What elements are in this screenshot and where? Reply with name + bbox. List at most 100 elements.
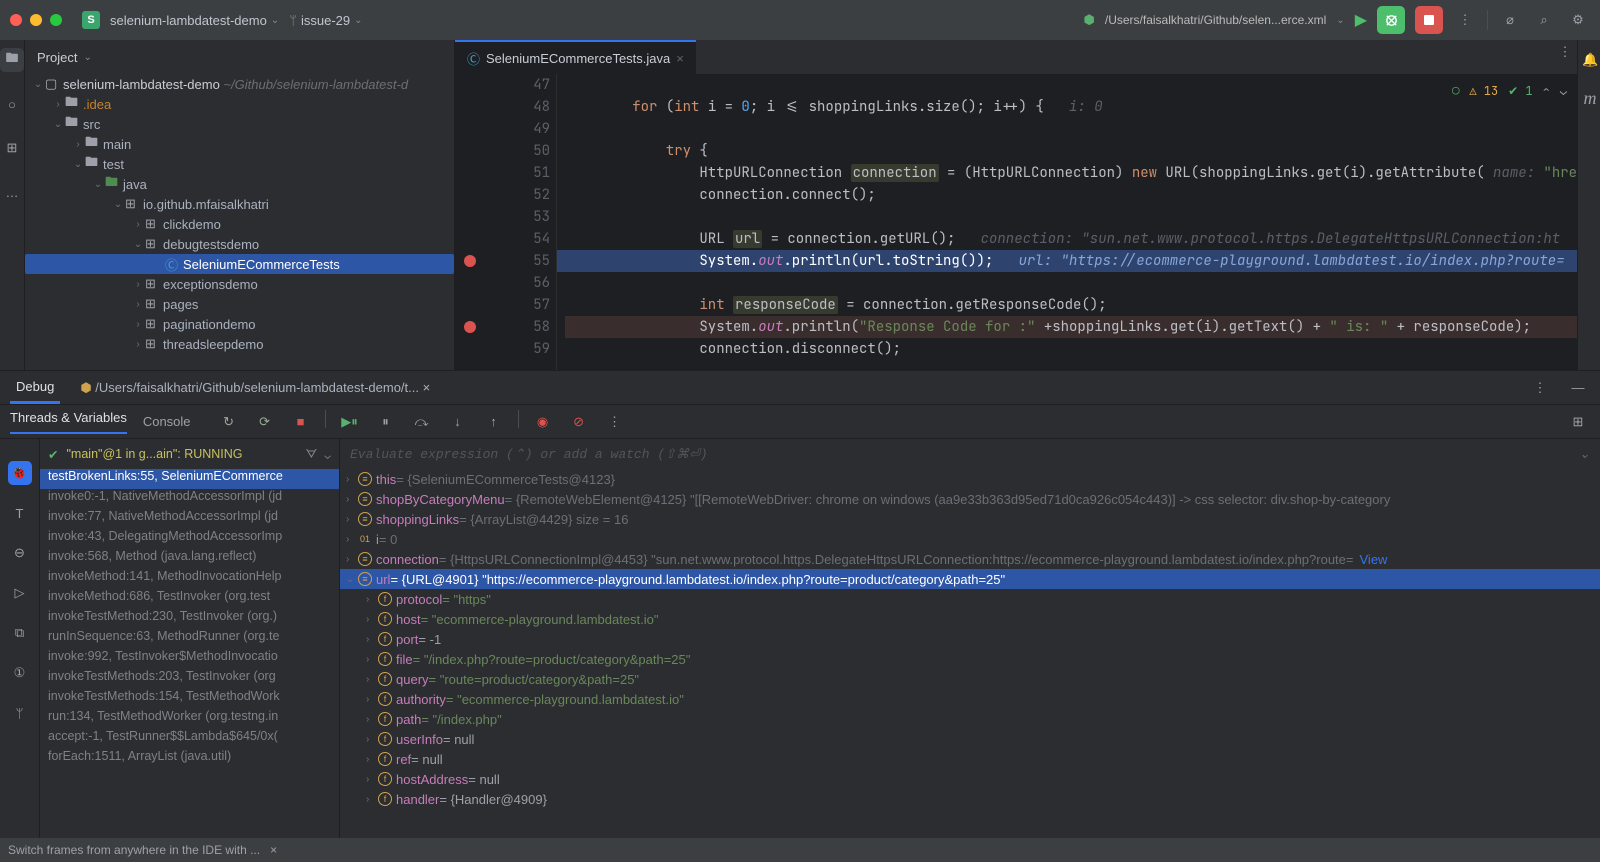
mute-breakpoints-icon[interactable]: ⊘	[567, 410, 591, 434]
variables-panel[interactable]: Evaluate expression (⌃) or add a watch (…	[340, 439, 1600, 838]
view-breakpoints-icon[interactable]: ◉	[531, 410, 555, 434]
variable-row[interactable]: ›fhostAddress = null	[340, 769, 1600, 789]
layout-icon[interactable]: ⊞	[1566, 410, 1590, 434]
evaluate-input[interactable]: Evaluate expression (⌃) or add a watch (…	[350, 447, 708, 462]
pause-icon[interactable]: ⏸	[374, 410, 398, 434]
console-tab[interactable]: Console	[143, 414, 191, 429]
commit-tool-icon[interactable]: ○	[0, 92, 24, 116]
notifications-icon[interactable]: 🔔	[1578, 48, 1600, 72]
debug-tab[interactable]: Debug	[10, 371, 60, 404]
terminal-icon[interactable]: ⧉	[8, 621, 32, 645]
variable-row[interactable]: ›fref = null	[340, 749, 1600, 769]
frames-panel[interactable]: ✔"main"@1 in g...ain": RUNNINGᗊ ⌄ testBr…	[40, 439, 340, 838]
step-over-icon[interactable]: ⤼	[410, 410, 434, 434]
text-tool-icon[interactable]: T	[8, 501, 32, 525]
stack-frame[interactable]: run:134, TestMethodWorker (org.testng.in	[40, 709, 339, 729]
variable-row[interactable]: ›fauthority = "ecommerce-playground.lamb…	[340, 689, 1600, 709]
variable-row[interactable]: ›fprotocol = "https"	[340, 589, 1600, 609]
variable-row[interactable]: ›fquery = "route=product/category&path=2…	[340, 669, 1600, 689]
settings-icon[interactable]: ⚙	[1566, 8, 1590, 32]
variable-row[interactable]: ›01i = 0	[340, 529, 1600, 549]
stack-frame[interactable]: invokeTestMethods:203, TestInvoker (org	[40, 669, 339, 689]
stop-button[interactable]	[1415, 6, 1443, 34]
more-icon[interactable]: ⋮	[1453, 8, 1477, 32]
stack-frame[interactable]: invokeMethod:141, MethodInvocationHelp	[40, 569, 339, 589]
stack-frame[interactable]: forEach:1511, ArrayList (java.util)	[40, 749, 339, 769]
project-tree[interactable]: ⌄▢selenium-lambdatest-demo ~/Github/sele…	[25, 74, 454, 370]
more-actions-icon[interactable]: ⋮	[603, 410, 627, 434]
variable-row[interactable]: ›fpath = "/index.php"	[340, 709, 1600, 729]
stack-frame[interactable]: invoke0:-1, NativeMethodAccessorImpl (jd	[40, 489, 339, 509]
editor: ⒸSeleniumECommerceTests.java× ⋮ 47484950…	[455, 40, 1577, 370]
stack-frame[interactable]: invokeTestMethods:154, TestMethodWork	[40, 689, 339, 709]
maven-tool-icon[interactable]: m	[1578, 86, 1600, 110]
debug-panel: Debug ⬢ /Users/faisalkhatri/Github/selen…	[0, 370, 1600, 838]
variable-row[interactable]: ›≡this = {SeleniumECommerceTests@4123}	[340, 469, 1600, 489]
close-tab-icon[interactable]: ×	[676, 51, 684, 66]
variable-row[interactable]: ›fhandler = {Handler@4909}	[340, 789, 1600, 809]
project-panel: Project⌄ ⌄▢selenium-lambdatest-demo ~/Gi…	[25, 40, 455, 370]
breakpoint-icon[interactable]	[464, 255, 476, 267]
minimize-panel-icon[interactable]: —	[1566, 376, 1590, 400]
window-controls	[10, 14, 62, 26]
variable-row[interactable]: ›≡shoppingLinks = {ArrayList@4429} size …	[340, 509, 1600, 529]
resume-icon[interactable]: ▶⏸	[338, 410, 362, 434]
collab-icon[interactable]: ⌀	[1498, 8, 1522, 32]
stack-frame[interactable]: invoke:992, TestInvoker$MethodInvocatio	[40, 649, 339, 669]
variable-row[interactable]: ›fport = -1	[340, 629, 1600, 649]
debug-session[interactable]: ⬢ /Users/faisalkhatri/Github/selenium-la…	[74, 371, 436, 404]
stack-frame[interactable]: testBrokenLinks:55, SeleniumECommerce	[40, 469, 339, 489]
play-tool-icon[interactable]: ▷	[8, 581, 32, 605]
variable-row[interactable]: ›≡shopByCategoryMenu = {RemoteWebElement…	[340, 489, 1600, 509]
stack-frame[interactable]: invokeMethod:686, TestInvoker (org.test	[40, 589, 339, 609]
zoom-window[interactable]	[50, 14, 62, 26]
project-header[interactable]: Project⌄	[25, 40, 454, 74]
stack-frame[interactable]: runInSequence:63, MethodRunner (org.te	[40, 629, 339, 649]
run-icon[interactable]: ▶	[1355, 10, 1367, 30]
variable-row[interactable]: ›≡connection = {HttpsURLConnectionImpl@4…	[340, 549, 1600, 569]
structure-tool-icon[interactable]: ⊞	[0, 136, 24, 160]
rerun-debug-icon[interactable]: ⟳	[253, 410, 277, 434]
inspection-widget[interactable]: ◯ ⚠ 13 ✔ 1 ⌃⌄	[1452, 80, 1567, 102]
branch-dropdown[interactable]: ᛘissue-29⌄	[289, 13, 362, 28]
threads-vars-tab[interactable]: Threads & Variables	[10, 410, 127, 434]
stack-frame[interactable]: invoke:77, NativeMethodAccessorImpl (jd	[40, 509, 339, 529]
step-out-icon[interactable]: ↑	[482, 410, 506, 434]
search-icon[interactable]: ⌕	[1532, 8, 1556, 32]
stack-frame[interactable]: invoke:568, Method (java.lang.reflect)	[40, 549, 339, 569]
titlebar: S selenium-lambdatest-demo⌄ ᛘissue-29⌄ ⬢…	[0, 0, 1600, 40]
editor-tab[interactable]: ⒸSeleniumECommerceTests.java×	[455, 40, 696, 74]
debug-tool-strip: 🐞 T ⊖ ▷ ⧉ ① ᛘ	[0, 439, 40, 838]
variable-row[interactable]: ›fuserInfo = null	[340, 729, 1600, 749]
step-into-icon[interactable]: ↓	[446, 410, 470, 434]
debug-run-button[interactable]	[1377, 6, 1405, 34]
project-badge: S	[82, 11, 100, 29]
variable-row[interactable]: ⌄≡url = {URL@4901} "https://ecommerce-pl…	[340, 569, 1600, 589]
variable-row[interactable]: ›fhost = "ecommerce-playground.lambdates…	[340, 609, 1600, 629]
project-dropdown[interactable]: selenium-lambdatest-demo⌄	[110, 13, 279, 28]
minimize-window[interactable]	[30, 14, 42, 26]
breakpoint-icon[interactable]	[464, 321, 476, 333]
close-window[interactable]	[10, 14, 22, 26]
stack-frame[interactable]: invoke:43, DelegatingMethodAccessorImp	[40, 529, 339, 549]
variable-row[interactable]: ›ffile = "/index.php?route=product/categ…	[340, 649, 1600, 669]
tab-options-icon[interactable]: ⋮	[1553, 40, 1577, 64]
debug-more-icon[interactable]: ⋮	[1528, 376, 1552, 400]
dots-icon[interactable]: ⊖	[8, 541, 32, 565]
vcs-icon[interactable]: ᛘ	[8, 701, 32, 725]
stop-icon[interactable]: ■	[289, 410, 313, 434]
left-toolwindow-strip: 🖿 ○ ⊞ …	[0, 40, 25, 370]
stack-frame[interactable]: invokeTestMethod:230, TestInvoker (org.)	[40, 609, 339, 629]
rerun-icon[interactable]: ↻	[217, 410, 241, 434]
right-toolwindow-strip: 🔔 m	[1577, 40, 1600, 370]
status-bar: Switch frames from anywhere in the IDE w…	[0, 838, 1600, 862]
problems-icon[interactable]: ①	[8, 661, 32, 685]
stack-frame[interactable]: accept:-1, TestRunner$$Lambda$645/0x(	[40, 729, 339, 749]
project-tool-icon[interactable]: 🖿	[0, 48, 24, 72]
close-tip-icon[interactable]: ×	[270, 843, 277, 857]
editor-body[interactable]: 47484950515253545556575859 for (int i = …	[455, 74, 1577, 370]
tree-file-selected: ⒸSeleniumECommerceTests	[25, 254, 454, 274]
file-path[interactable]: /Users/faisalkhatri/Github/selen...erce.…	[1105, 13, 1326, 27]
more-tools-icon[interactable]: …	[0, 180, 24, 204]
debugger-icon[interactable]: 🐞	[8, 461, 32, 485]
